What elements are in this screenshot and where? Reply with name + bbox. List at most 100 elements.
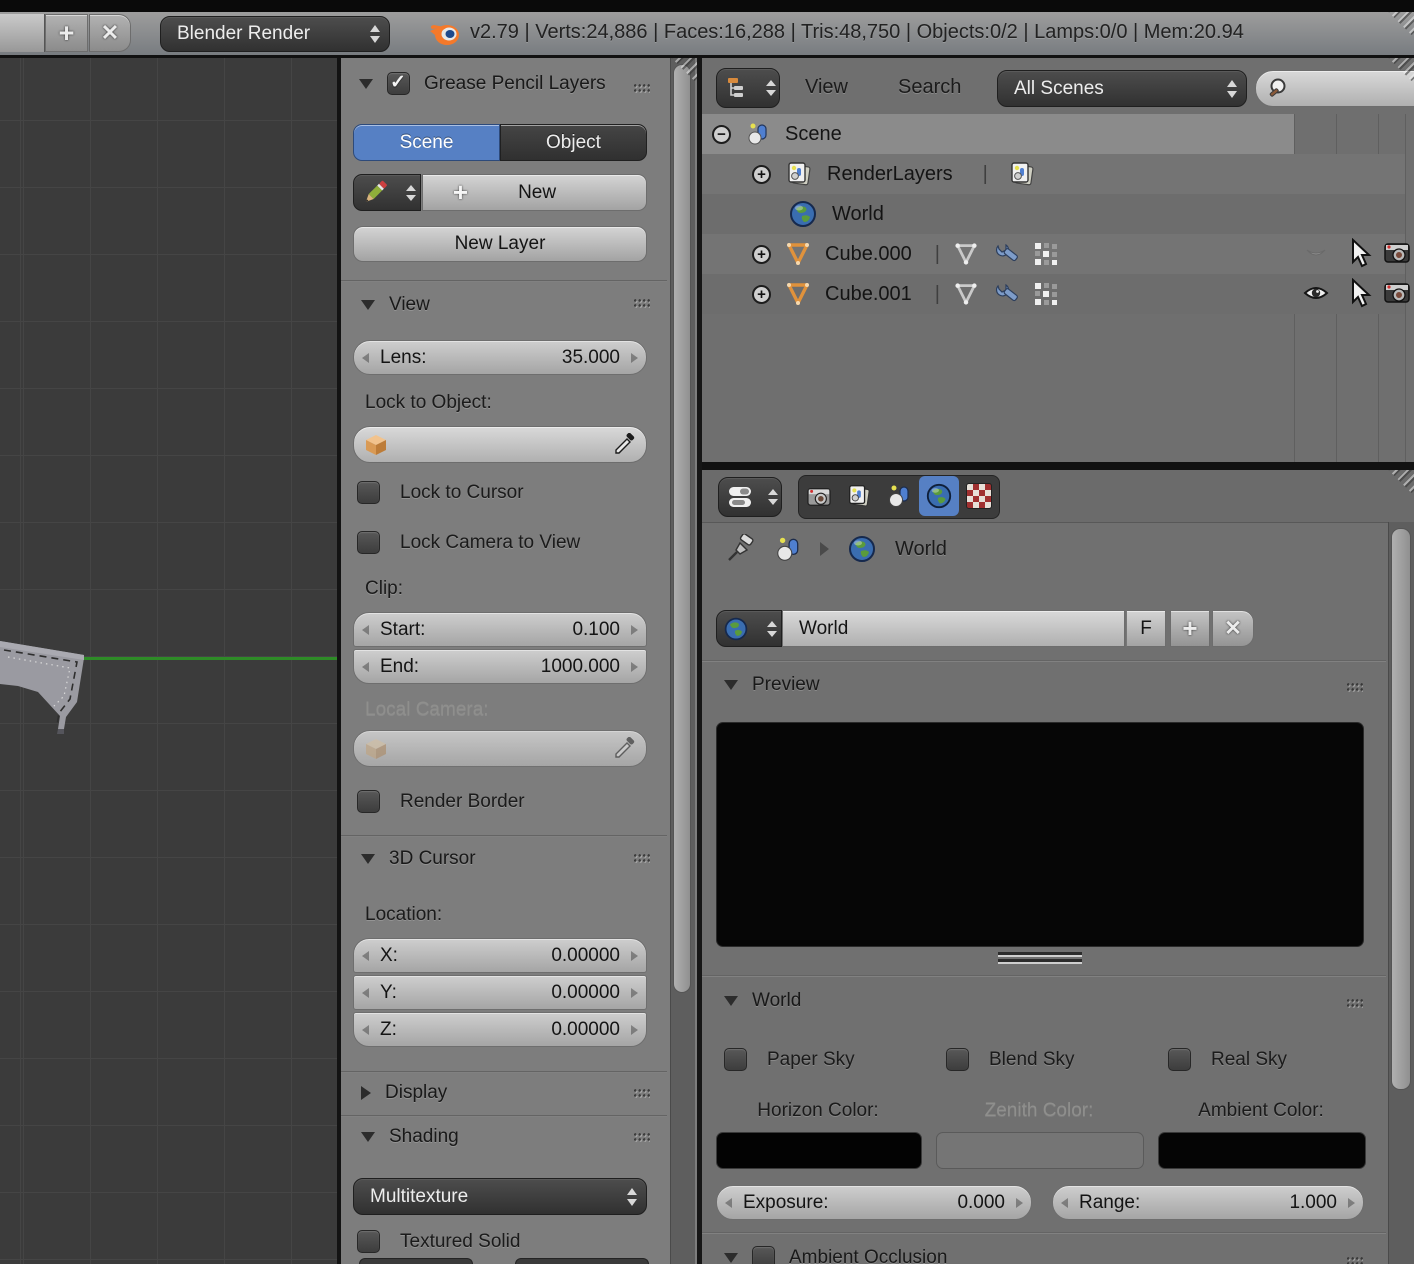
expand-circle-icon[interactable]: +	[752, 165, 771, 184]
blend-sky-row[interactable]: Blend Sky	[946, 1048, 1075, 1071]
vertex-group-icon[interactable]	[1033, 281, 1059, 307]
textured-solid-checkbox[interactable]	[357, 1230, 380, 1253]
textured-solid-row[interactable]: Textured Solid	[357, 1230, 520, 1253]
render-engine-select[interactable]: Blender Render	[160, 16, 390, 52]
render-border-row[interactable]: Render Border	[357, 790, 525, 813]
tab-scene[interactable]	[879, 476, 919, 516]
horizon-color-swatch[interactable]	[716, 1132, 922, 1169]
panel-drag-dots[interactable]	[633, 1088, 650, 1098]
mesh-object[interactable]	[0, 633, 95, 763]
cursor-z-slider[interactable]: Z: 0.00000	[353, 1012, 647, 1047]
add-layout-button[interactable]: +	[45, 14, 88, 52]
pin-icon[interactable]	[726, 534, 756, 564]
cursor-panel-header[interactable]: 3D Cursor	[361, 848, 476, 870]
collapse-triangle-icon[interactable]	[359, 79, 373, 89]
properties-editor-type-button[interactable]	[718, 477, 782, 517]
world-preview[interactable]	[716, 722, 1364, 947]
expand-circle-icon[interactable]: +	[752, 285, 771, 304]
paper-sky-checkbox[interactable]	[724, 1048, 747, 1071]
eyedropper-icon[interactable]	[612, 737, 636, 761]
collapse-triangle-icon[interactable]	[361, 1132, 375, 1142]
ao-panel-header[interactable]: Ambient Occlusion	[724, 1246, 947, 1264]
clipped-widget[interactable]	[515, 1258, 649, 1264]
world-panel-header[interactable]: World	[724, 990, 801, 1012]
decrement-arrow-icon[interactable]	[362, 625, 369, 635]
lock-camera-checkbox[interactable]	[357, 531, 380, 554]
increment-arrow-icon[interactable]	[631, 1025, 638, 1035]
local-camera-field[interactable]	[353, 730, 647, 767]
fake-user-button[interactable]: F	[1126, 610, 1166, 647]
render-camera-icon[interactable]	[1383, 239, 1411, 265]
decrement-arrow-icon[interactable]	[362, 1025, 369, 1035]
increment-arrow-icon[interactable]	[1016, 1198, 1023, 1208]
collapse-circle-icon[interactable]: −	[712, 125, 731, 144]
viewport-3d[interactable]	[0, 58, 338, 1264]
increment-arrow-icon[interactable]	[631, 988, 638, 998]
collapse-triangle-icon[interactable]	[361, 300, 375, 310]
ambient-color-swatch[interactable]	[1158, 1132, 1366, 1169]
panel-drag-dots[interactable]	[1346, 682, 1363, 692]
collapse-triangle-icon[interactable]	[724, 1253, 738, 1263]
decrement-arrow-icon[interactable]	[1061, 1198, 1068, 1208]
visibility-eye-open-icon[interactable]	[1302, 282, 1330, 304]
mesh-data-icon[interactable]	[953, 241, 979, 267]
cursor-y-slider[interactable]: Y: 0.00000	[353, 975, 647, 1010]
clip-end-slider[interactable]: End: 1000.000	[353, 649, 647, 684]
outliner-row-scene[interactable]: − Scene	[702, 114, 1294, 154]
decrement-arrow-icon[interactable]	[725, 1198, 732, 1208]
world-datablock-select[interactable]	[716, 610, 782, 647]
world-icon[interactable]	[847, 534, 877, 564]
collapse-triangle-icon[interactable]	[361, 854, 375, 864]
collapse-triangle-icon[interactable]	[724, 680, 738, 690]
outliner-view-menu[interactable]: View	[805, 76, 848, 99]
paper-sky-row[interactable]: Paper Sky	[724, 1048, 855, 1071]
preview-panel-header[interactable]: Preview	[724, 674, 820, 696]
increment-arrow-icon[interactable]	[631, 625, 638, 635]
screen-layout-stub[interactable]	[0, 14, 45, 52]
outliner-row-cube001[interactable]: + Cube.001 |	[702, 274, 1405, 314]
panel-drag-dots[interactable]	[1346, 1256, 1363, 1264]
outliner-filter-select[interactable]: All Scenes	[997, 70, 1247, 107]
scene-icon[interactable]	[774, 535, 802, 563]
tab-texture[interactable]	[959, 476, 999, 516]
lock-to-object-field[interactable]	[353, 426, 647, 463]
decrement-arrow-icon[interactable]	[362, 951, 369, 961]
datablock-name-input[interactable]: World	[782, 610, 1125, 647]
range-slider[interactable]: Range: 1.000	[1052, 1185, 1364, 1220]
vertex-group-icon[interactable]	[1033, 241, 1059, 267]
outliner-search-input[interactable]	[1255, 70, 1414, 107]
tab-scene[interactable]: Scene	[353, 124, 500, 161]
render-camera-icon[interactable]	[1383, 279, 1411, 305]
grease-pencil-checkbox[interactable]	[387, 72, 410, 95]
selectable-cursor-icon[interactable]	[1348, 238, 1372, 268]
datablock-unlink-button[interactable]: ✕	[1212, 610, 1254, 647]
tab-render-layers[interactable]	[839, 476, 879, 516]
scrollbar-thumb[interactable]	[673, 64, 691, 993]
increment-arrow-icon[interactable]	[1348, 1198, 1355, 1208]
view-panel-header[interactable]: View	[361, 294, 430, 316]
renderlayers-icon[interactable]	[1008, 160, 1036, 188]
gp-new-button[interactable]: + New	[422, 174, 647, 211]
tab-world[interactable]	[919, 476, 959, 516]
panel-drag-dots[interactable]	[633, 853, 650, 863]
display-panel-header[interactable]: Display	[361, 1082, 447, 1104]
region-divider[interactable]	[702, 462, 1414, 470]
outliner-row-cube000[interactable]: + Cube.000 |	[702, 234, 1405, 274]
new-layer-button[interactable]: New Layer	[353, 226, 647, 262]
shading-mode-select[interactable]: Multitexture	[353, 1178, 647, 1215]
ao-checkbox[interactable]	[752, 1246, 775, 1264]
visibility-eye-closed-icon[interactable]	[1302, 244, 1330, 264]
expand-triangle-icon[interactable]	[361, 1086, 371, 1100]
close-layout-button[interactable]: ✕	[89, 14, 131, 52]
modifier-wrench-icon[interactable]	[992, 280, 1020, 308]
decrement-arrow-icon[interactable]	[362, 353, 369, 363]
real-sky-checkbox[interactable]	[1168, 1048, 1191, 1071]
shading-panel-header[interactable]: Shading	[361, 1126, 459, 1148]
datablock-add-button[interactable]: +	[1170, 610, 1210, 647]
tab-object[interactable]: Object	[500, 124, 647, 161]
outliner-search-menu[interactable]: Search	[898, 76, 961, 99]
zenith-color-swatch[interactable]	[936, 1132, 1144, 1169]
outliner-editor-type-button[interactable]	[716, 68, 780, 108]
preview-resize-handle[interactable]	[998, 952, 1082, 964]
mesh-data-icon[interactable]	[953, 281, 979, 307]
